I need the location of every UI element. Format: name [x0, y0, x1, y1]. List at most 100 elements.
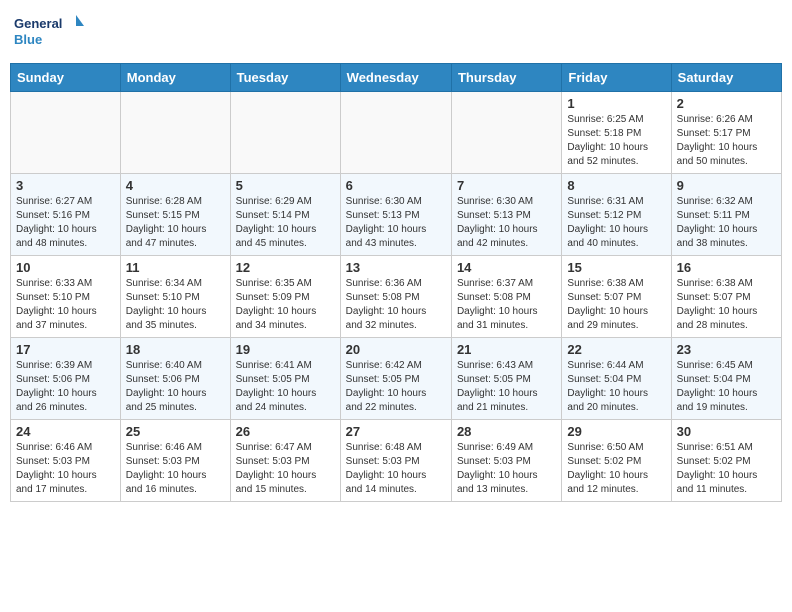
day-number: 29: [567, 424, 665, 439]
calendar-cell: 28Sunrise: 6:49 AMSunset: 5:03 PMDayligh…: [451, 420, 561, 502]
day-number: 26: [236, 424, 335, 439]
calendar-cell: 27 Sunrise: 6:48 AMSunset: 5:03 PMDayligh…: [340, 420, 451, 502]
calendar-cell: 19 Sunrise: 6:41 AMSunset: 5:05 PMDayligh…: [230, 338, 340, 420]
calendar-cell: 13 Sunrise: 6:36 AMSunset: 5:08 PMDayligh…: [340, 256, 451, 338]
day-number: 10: [16, 260, 115, 275]
day-info: Sunrise: 6:42 AMSunset: 5:05 PMDaylight:…: [346, 359, 446, 415]
day-number: 9: [677, 178, 776, 193]
day-number: 5: [236, 178, 335, 193]
calendar-cell: 14 Sunrise: 6:37 AMSunset: 5:08 PMDayligh…: [451, 256, 561, 338]
day-info: Sunrise: 6:46 AMSunset: 5:03 PMDaylight:…: [16, 441, 115, 497]
day-info: Sunrise: 6:41 AMSunset: 5:05 PMDaylight:…: [236, 359, 335, 415]
calendar-cell: 12 Sunrise: 6:35 AMSunset: 5:09 PMDayligh…: [230, 256, 340, 338]
calendar-header-row: SundayMondayTuesdayWednesdayThursdayFrid…: [11, 64, 782, 92]
day-number: 20: [346, 342, 446, 357]
day-header-tuesday: Tuesday: [230, 64, 340, 92]
calendar-cell: 18 Sunrise: 6:40 AMSunset: 5:06 PMDayligh…: [120, 338, 230, 420]
calendar-cell: 30Sunrise: 6:51 AMSunset: 5:02 PMDayligh…: [671, 420, 781, 502]
day-info: Sunrise: 6:34 AMSunset: 5:10 PMDaylight:…: [126, 277, 225, 333]
calendar-cell: 16 Sunrise: 6:38 AMSunset: 5:07 PMDayligh…: [671, 256, 781, 338]
logo: General Blue: [14, 10, 84, 55]
day-info: Sunrise: 6:45 AMSunset: 5:04 PMDaylight:…: [677, 359, 776, 415]
day-info: Sunrise: 6:47 AMSunset: 5:03 PMDaylight:…: [236, 441, 335, 497]
calendar-cell: 21 Sunrise: 6:43 AMSunset: 5:05 PMDayligh…: [451, 338, 561, 420]
calendar-cell: 29 Sunrise: 6:50 AMSunset: 5:02 PMDayligh…: [562, 420, 671, 502]
calendar-cell: 23 Sunrise: 6:45 AMSunset: 5:04 PMDayligh…: [671, 338, 781, 420]
day-info: Sunrise: 6:35 AMSunset: 5:09 PMDaylight:…: [236, 277, 335, 333]
day-info: Sunrise: 6:32 AMSunset: 5:11 PMDaylight:…: [677, 195, 776, 251]
calendar-cell: 2Sunrise: 6:26 AMSunset: 5:17 PMDaylight…: [671, 92, 781, 174]
day-header-sunday: Sunday: [11, 64, 121, 92]
calendar-cell: [230, 92, 340, 174]
day-header-saturday: Saturday: [671, 64, 781, 92]
calendar-table: SundayMondayTuesdayWednesdayThursdayFrid…: [10, 63, 782, 502]
day-info: Sunrise: 6:36 AMSunset: 5:08 PMDaylight:…: [346, 277, 446, 333]
calendar-cell: 4Sunrise: 6:28 AMSunset: 5:15 PMDaylight…: [120, 174, 230, 256]
day-number: 6: [346, 178, 446, 193]
svg-text:Blue: Blue: [14, 32, 42, 47]
calendar-cell: 7Sunrise: 6:30 AMSunset: 5:13 PMDaylight…: [451, 174, 561, 256]
day-info: Sunrise: 6:25 AMSunset: 5:18 PMDaylight:…: [567, 113, 665, 169]
day-number: 27: [346, 424, 446, 439]
day-number: 4: [126, 178, 225, 193]
calendar-week-row: 1 Sunrise: 6:25 AMSunset: 5:18 PMDaylight…: [11, 92, 782, 174]
calendar-cell: [11, 92, 121, 174]
day-number: 15: [567, 260, 665, 275]
page-header: General Blue: [10, 10, 782, 55]
day-info: Sunrise: 6:43 AMSunset: 5:05 PMDaylight:…: [457, 359, 556, 415]
day-number: 22: [567, 342, 665, 357]
day-number: 21: [457, 342, 556, 357]
svg-text:General: General: [14, 16, 62, 31]
day-header-wednesday: Wednesday: [340, 64, 451, 92]
day-number: 3: [16, 178, 115, 193]
calendar-cell: 5 Sunrise: 6:29 AMSunset: 5:14 PMDaylight…: [230, 174, 340, 256]
calendar-cell: 20 Sunrise: 6:42 AMSunset: 5:05 PMDayligh…: [340, 338, 451, 420]
calendar-cell: 17Sunrise: 6:39 AMSunset: 5:06 PMDayligh…: [11, 338, 121, 420]
calendar-cell: [451, 92, 561, 174]
day-info: Sunrise: 6:50 AMSunset: 5:02 PMDaylight:…: [567, 441, 665, 497]
day-info: Sunrise: 6:49 AMSunset: 5:03 PMDaylight:…: [457, 441, 556, 497]
calendar-cell: 6 Sunrise: 6:30 AMSunset: 5:13 PMDaylight…: [340, 174, 451, 256]
day-number: 7: [457, 178, 556, 193]
day-number: 24: [16, 424, 115, 439]
day-number: 17: [16, 342, 115, 357]
day-number: 12: [236, 260, 335, 275]
day-info: Sunrise: 6:51 AMSunset: 5:02 PMDaylight:…: [677, 441, 776, 497]
calendar-cell: 24 Sunrise: 6:46 AMSunset: 5:03 PMDayligh…: [11, 420, 121, 502]
day-number: 18: [126, 342, 225, 357]
day-number: 13: [346, 260, 446, 275]
day-number: 11: [126, 260, 225, 275]
day-info: Sunrise: 6:29 AMSunset: 5:14 PMDaylight:…: [236, 195, 335, 251]
day-info: Sunrise: 6:33 AMSunset: 5:10 PMDaylight:…: [16, 277, 115, 333]
day-number: 23: [677, 342, 776, 357]
day-info: Sunrise: 6:40 AMSunset: 5:06 PMDaylight:…: [126, 359, 225, 415]
day-info: Sunrise: 6:46 AMSunset: 5:03 PMDaylight:…: [126, 441, 225, 497]
calendar-cell: 1 Sunrise: 6:25 AMSunset: 5:18 PMDaylight…: [562, 92, 671, 174]
calendar-cell: 15 Sunrise: 6:38 AMSunset: 5:07 PMDayligh…: [562, 256, 671, 338]
calendar-week-row: 17Sunrise: 6:39 AMSunset: 5:06 PMDayligh…: [11, 338, 782, 420]
calendar-cell: 9 Sunrise: 6:32 AMSunset: 5:11 PMDaylight…: [671, 174, 781, 256]
day-header-thursday: Thursday: [451, 64, 561, 92]
day-number: 19: [236, 342, 335, 357]
day-number: 14: [457, 260, 556, 275]
calendar-cell: 10 Sunrise: 6:33 AMSunset: 5:10 PMDayligh…: [11, 256, 121, 338]
day-number: 16: [677, 260, 776, 275]
day-info: Sunrise: 6:37 AMSunset: 5:08 PMDaylight:…: [457, 277, 556, 333]
calendar-cell: 8Sunrise: 6:31 AMSunset: 5:12 PMDaylight…: [562, 174, 671, 256]
calendar-cell: 11 Sunrise: 6:34 AMSunset: 5:10 PMDayligh…: [120, 256, 230, 338]
calendar-week-row: 10 Sunrise: 6:33 AMSunset: 5:10 PMDayligh…: [11, 256, 782, 338]
logo-svg: General Blue: [14, 10, 84, 55]
calendar-cell: 22 Sunrise: 6:44 AMSunset: 5:04 PMDayligh…: [562, 338, 671, 420]
day-number: 1: [567, 96, 665, 111]
day-info: Sunrise: 6:48 AMSunset: 5:03 PMDaylight:…: [346, 441, 446, 497]
calendar-cell: [120, 92, 230, 174]
day-info: Sunrise: 6:38 AMSunset: 5:07 PMDaylight:…: [567, 277, 665, 333]
calendar-cell: 3 Sunrise: 6:27 AMSunset: 5:16 PMDaylight…: [11, 174, 121, 256]
day-info: Sunrise: 6:30 AMSunset: 5:13 PMDaylight:…: [346, 195, 446, 251]
day-info: Sunrise: 6:44 AMSunset: 5:04 PMDaylight:…: [567, 359, 665, 415]
calendar-cell: 25Sunrise: 6:46 AMSunset: 5:03 PMDayligh…: [120, 420, 230, 502]
day-info: Sunrise: 6:27 AMSunset: 5:16 PMDaylight:…: [16, 195, 115, 251]
day-info: Sunrise: 6:26 AMSunset: 5:17 PMDaylight:…: [677, 113, 776, 169]
day-info: Sunrise: 6:31 AMSunset: 5:12 PMDaylight:…: [567, 195, 665, 251]
day-info: Sunrise: 6:38 AMSunset: 5:07 PMDaylight:…: [677, 277, 776, 333]
